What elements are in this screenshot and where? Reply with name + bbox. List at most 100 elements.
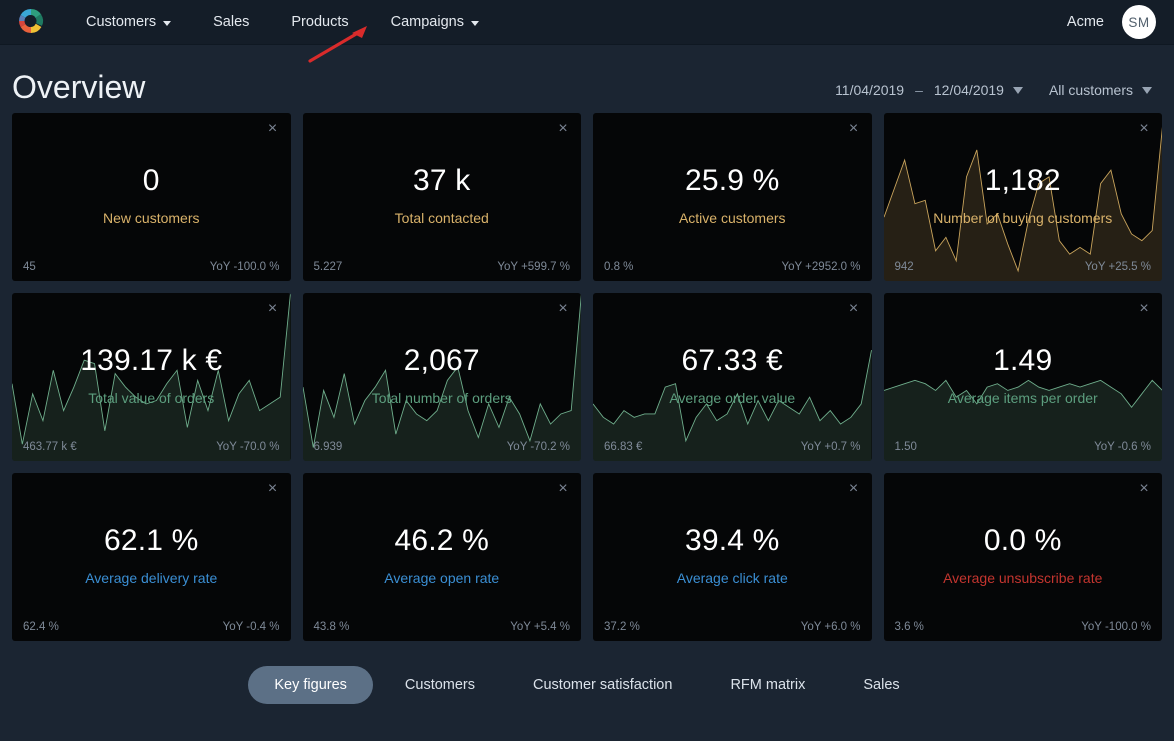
nav-item-label: Customers	[86, 14, 157, 30]
kpi-value: 0.0 %	[983, 523, 1062, 557]
kpi-previous-value: 1.50	[894, 441, 917, 453]
date-range-to: 12/04/2019	[933, 82, 1004, 98]
kpi-previous-value: 43.8 %	[313, 621, 350, 633]
kpi-card-footer: 463.77 k € YoY -70.0 %	[23, 441, 280, 453]
kpi-yoy-change: YoY +599.7 %	[497, 261, 570, 273]
kpi-card[interactable]: × 62.1 % Average delivery rate 62.4 % YoY -0…	[12, 473, 291, 641]
account-name[interactable]: Acme	[1067, 14, 1104, 30]
close-icon[interactable]: ×	[845, 480, 863, 498]
close-icon[interactable]: ×	[845, 120, 863, 138]
kpi-card-body: 0.0 % Average unsubscribe rate	[884, 524, 1163, 586]
top-navigation-bar: Customers Sales Products Campaigns Acme …	[0, 0, 1174, 63]
chevron-down-icon	[1012, 86, 1023, 94]
tab-customers[interactable]: Customers	[379, 666, 501, 704]
kpi-label: Total contacted	[394, 209, 489, 226]
kpi-yoy-change: YoY +0.7 %	[800, 441, 861, 453]
tab-customer-satisfaction[interactable]: Customer satisfaction	[507, 666, 698, 704]
kpi-value: 67.33 €	[681, 343, 783, 377]
nav-item-campaigns[interactable]: Campaigns	[377, 8, 493, 36]
kpi-card-footer: 43.8 % YoY +5.4 %	[314, 621, 571, 633]
kpi-value: 139.17 k €	[80, 343, 223, 377]
kpi-previous-value: 62.4 %	[23, 621, 59, 633]
tab-key-figures[interactable]: Key figures	[248, 666, 373, 704]
close-icon[interactable]: ×	[1135, 120, 1153, 138]
kpi-value: 0	[142, 163, 160, 197]
kpi-label: Total value of orders	[88, 389, 215, 406]
kpi-card-footer: 45 YoY -100.0 %	[23, 261, 280, 273]
kpi-card[interactable]: × 1.49 Average items per order 1.50 YoY -0.6…	[883, 293, 1162, 461]
kpi-card[interactable]: × 25.9 % Active customers 0.8 % YoY +2952.0 …	[593, 113, 872, 281]
kpi-yoy-change: YoY -70.2 %	[506, 441, 570, 453]
kpi-label: Average items per order	[947, 389, 1098, 406]
kpi-card[interactable]: × 46.2 % Average open rate 43.8 % YoY +5.4 %	[302, 473, 581, 641]
kpi-card[interactable]: × 37 k Total contacted 5.227 YoY +599.7 %	[302, 113, 581, 281]
kpi-card-body: 0 New customers	[12, 164, 291, 226]
nav-item-label: Campaigns	[390, 14, 464, 30]
close-icon[interactable]: ×	[1135, 480, 1153, 498]
kpi-value: 37 k	[412, 163, 471, 197]
account-area: Acme SM	[1067, 5, 1156, 39]
kpi-card-footer: 37.2 % YoY +6.0 %	[604, 621, 861, 633]
kpi-label: Average unsubscribe rate	[943, 569, 1103, 586]
nav-item-label: Sales	[213, 14, 250, 30]
kpi-label: New customers	[103, 209, 200, 226]
kpi-card-footer: 1.50 YoY -0.6 %	[895, 441, 1152, 453]
kpi-card[interactable]: × 39.4 % Average click rate 37.2 % YoY +6.0 …	[593, 473, 872, 641]
date-range-from: 11/04/2019	[835, 82, 905, 98]
close-icon[interactable]: ×	[264, 300, 282, 318]
customer-segment-selector[interactable]: All customers	[1049, 82, 1152, 98]
kpi-card[interactable]: × 0.0 % Average unsubscribe rate 3.6 % YoY -…	[883, 473, 1163, 641]
kpi-card[interactable]: × 2,067 Total number of orders 6.939 YoY -70…	[302, 293, 582, 461]
kpi-previous-value: 5.227	[313, 261, 343, 273]
kpi-yoy-change: YoY -70.0 %	[216, 441, 280, 453]
kpi-card-footer: 66.83 € YoY +0.7 %	[604, 441, 861, 453]
app-logo[interactable]	[10, 2, 54, 42]
page-header: Overview 11/04/2019 – 12/04/2019 All cus…	[0, 45, 1174, 113]
kpi-card-body: 62.1 % Average delivery rate	[12, 524, 291, 586]
kpi-yoy-change: YoY +25.5 %	[1084, 261, 1151, 273]
close-icon[interactable]: ×	[1135, 300, 1153, 318]
kpi-card[interactable]: × 1,182 Number of buying customers 942 YoY +…	[883, 113, 1163, 281]
kpi-card-body: 139.17 k € Total value of orders	[12, 344, 291, 406]
kpi-previous-value: 942	[894, 261, 914, 273]
kpi-previous-value: 6.939	[313, 441, 343, 453]
kpi-card-footer: 942 YoY +25.5 %	[895, 261, 1152, 273]
header-controls: 11/04/2019 – 12/04/2019 All customers	[835, 82, 1152, 103]
kpi-card-body: 39.4 % Average click rate	[593, 524, 872, 586]
kpi-value: 39.4 %	[684, 523, 780, 557]
kpi-previous-value: 37.2 %	[604, 621, 640, 633]
tab-sales[interactable]: Sales	[837, 666, 925, 704]
kpi-card-body: 1,182 Number of buying customers	[884, 164, 1163, 226]
kpi-card[interactable]: × 139.17 k € Total value of orders 463.77 k…	[12, 293, 291, 461]
kpi-label: Active customers	[678, 209, 786, 226]
kpi-card[interactable]: × 0 New customers 45 YoY -100.0 %	[12, 113, 291, 281]
kpi-previous-value: 463.77 k €	[23, 441, 77, 453]
kpi-card[interactable]: × 67.33 € Average order value 66.83 € YoY +0…	[593, 293, 872, 461]
kpi-card-body: 2,067 Total number of orders	[303, 344, 582, 406]
kpi-card-footer: 0.8 % YoY +2952.0 %	[604, 261, 861, 273]
close-icon[interactable]: ×	[264, 480, 282, 498]
date-range-selector[interactable]: 11/04/2019 – 12/04/2019	[835, 82, 1023, 98]
kpi-card-footer: 5.227 YoY +599.7 %	[314, 261, 571, 273]
avatar[interactable]: SM	[1122, 5, 1156, 39]
kpi-label: Average order value	[669, 389, 796, 406]
close-icon[interactable]: ×	[845, 300, 863, 318]
kpi-yoy-change: YoY -0.6 %	[1094, 441, 1151, 453]
kpi-value: 62.1 %	[103, 523, 199, 557]
nav-item-label: Products	[291, 14, 349, 30]
close-icon[interactable]: ×	[554, 480, 572, 498]
nav-item-customers[interactable]: Customers	[72, 8, 185, 36]
nav-item-products[interactable]: Products	[277, 8, 362, 36]
close-icon[interactable]: ×	[554, 120, 572, 138]
close-icon[interactable]: ×	[264, 120, 282, 138]
kpi-previous-value: 66.83 €	[604, 441, 643, 453]
nav-item-sales[interactable]: Sales	[199, 8, 263, 36]
kpi-card-footer: 62.4 % YoY -0.4 %	[23, 621, 280, 633]
kpi-value: 46.2 %	[394, 523, 490, 557]
kpi-card-body: 67.33 € Average order value	[593, 344, 872, 406]
chevron-down-icon	[1142, 86, 1152, 94]
close-icon[interactable]: ×	[554, 300, 572, 318]
tab-rfm-matrix[interactable]: RFM matrix	[704, 666, 831, 704]
kpi-card-grid: × 0 New customers 45 YoY -100.0 % × 37 k Total …	[0, 113, 1174, 641]
kpi-label: Average delivery rate	[85, 569, 218, 586]
